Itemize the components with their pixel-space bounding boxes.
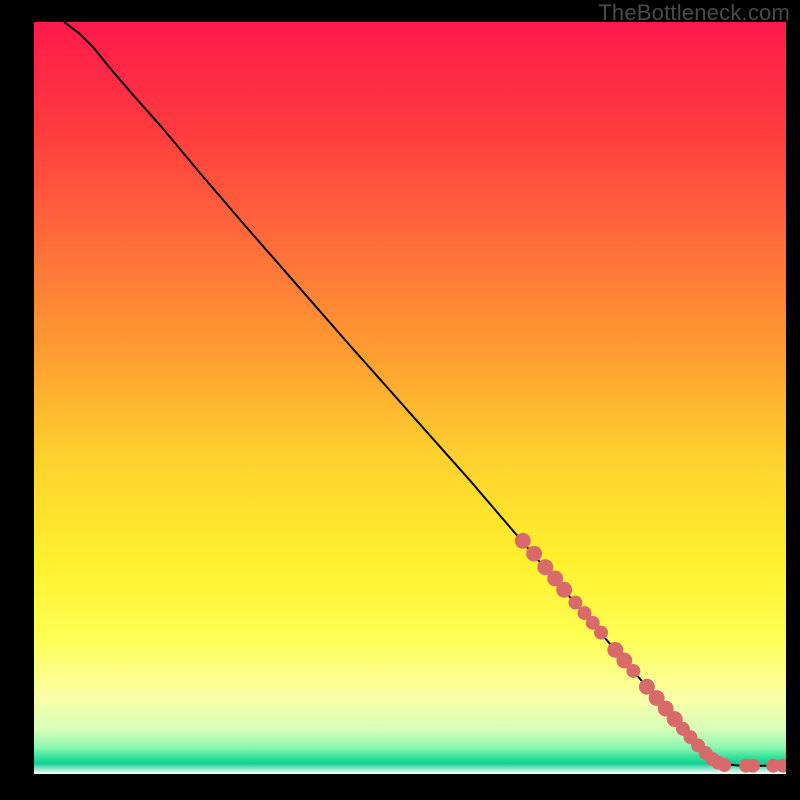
chart-stage: TheBottleneck.com <box>0 0 800 800</box>
watermark-text: TheBottleneck.com <box>598 0 790 26</box>
gradient-background <box>34 22 786 774</box>
plot-area <box>32 20 788 776</box>
